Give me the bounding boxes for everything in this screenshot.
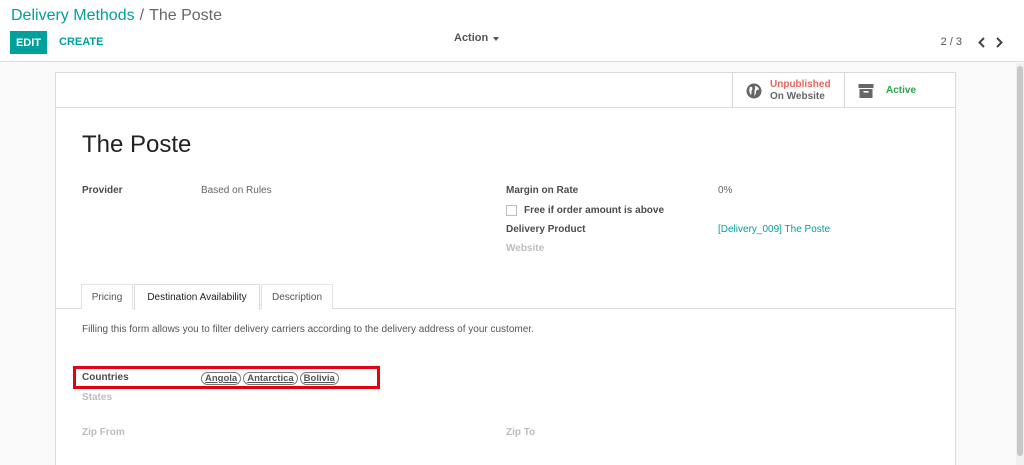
- create-button[interactable]: CREATE: [59, 36, 103, 48]
- free-shipping-label: Free if order amount is above: [524, 205, 665, 216]
- chevron-right-icon: [995, 36, 1003, 48]
- delivery-product-label: Delivery Product: [506, 224, 586, 235]
- scrollbar-thumb[interactable]: [1017, 66, 1023, 456]
- website-field-label: Website: [506, 243, 545, 254]
- caret-down-icon: [493, 36, 500, 41]
- zip-from-label: Zip From: [82, 427, 125, 438]
- breadcrumb-parent-link[interactable]: Delivery Methods: [11, 7, 135, 24]
- action-label: Action: [454, 32, 489, 44]
- tab-destination-availability[interactable]: Destination Availability: [134, 284, 260, 310]
- record-title[interactable]: The Poste: [82, 131, 191, 159]
- form-sheet: Unpublished On Website Active The Poste …: [55, 72, 956, 465]
- pager-next-button[interactable]: [990, 34, 1008, 50]
- control-panel: Delivery Methods / The Poste EDIT CREATE A…: [0, 0, 1024, 62]
- active-label: Active: [886, 85, 917, 96]
- margin-label: Margin on Rate: [506, 185, 579, 196]
- action-dropdown[interactable]: Action: [454, 32, 500, 44]
- globe-icon: [746, 83, 762, 98]
- destination-help-text: Filling this form allows you to filter d…: [82, 324, 534, 335]
- edit-button[interactable]: EDIT: [10, 31, 47, 54]
- country-tag[interactable]: Antarctica: [243, 372, 298, 385]
- active-toggle-button[interactable]: Active: [844, 73, 955, 108]
- provider-label: Provider: [82, 185, 123, 196]
- tab-description[interactable]: Description: [261, 284, 333, 309]
- states-label: States: [82, 392, 113, 403]
- margin-value[interactable]: 0%: [718, 185, 732, 196]
- countries-tag-list[interactable]: Angola Antarctica Bolivia: [201, 372, 339, 385]
- breadcrumb-current: The Poste: [149, 7, 222, 24]
- website-label: On Website: [770, 90, 825, 102]
- smart-button-box: Unpublished On Website Active: [56, 73, 955, 108]
- chevron-left-icon: [977, 36, 985, 48]
- breadcrumb-separator: /: [139, 7, 145, 24]
- pager-value[interactable]: 2 / 3: [941, 36, 962, 48]
- website-publish-button[interactable]: Unpublished On Website: [732, 73, 844, 108]
- pager: 2 / 3: [941, 34, 1008, 50]
- pager-previous-button[interactable]: [972, 34, 990, 50]
- website-status: Unpublished: [770, 78, 831, 90]
- country-tag[interactable]: Angola: [201, 372, 242, 385]
- zip-to-label: Zip To: [506, 427, 536, 438]
- notebook-tabs: Pricing Destination Availability Descrip…: [56, 284, 955, 310]
- countries-label: Countries: [82, 372, 129, 383]
- delivery-product-link[interactable]: [Delivery_009] The Poste: [718, 224, 830, 235]
- breadcrumb: Delivery Methods / The Poste: [11, 7, 222, 25]
- archive-icon: [858, 83, 874, 98]
- free-shipping-checkbox[interactable]: [506, 205, 517, 216]
- tab-pricing[interactable]: Pricing: [81, 284, 133, 309]
- country-tag[interactable]: Bolivia: [299, 372, 339, 385]
- provider-value[interactable]: Based on Rules: [201, 185, 272, 196]
